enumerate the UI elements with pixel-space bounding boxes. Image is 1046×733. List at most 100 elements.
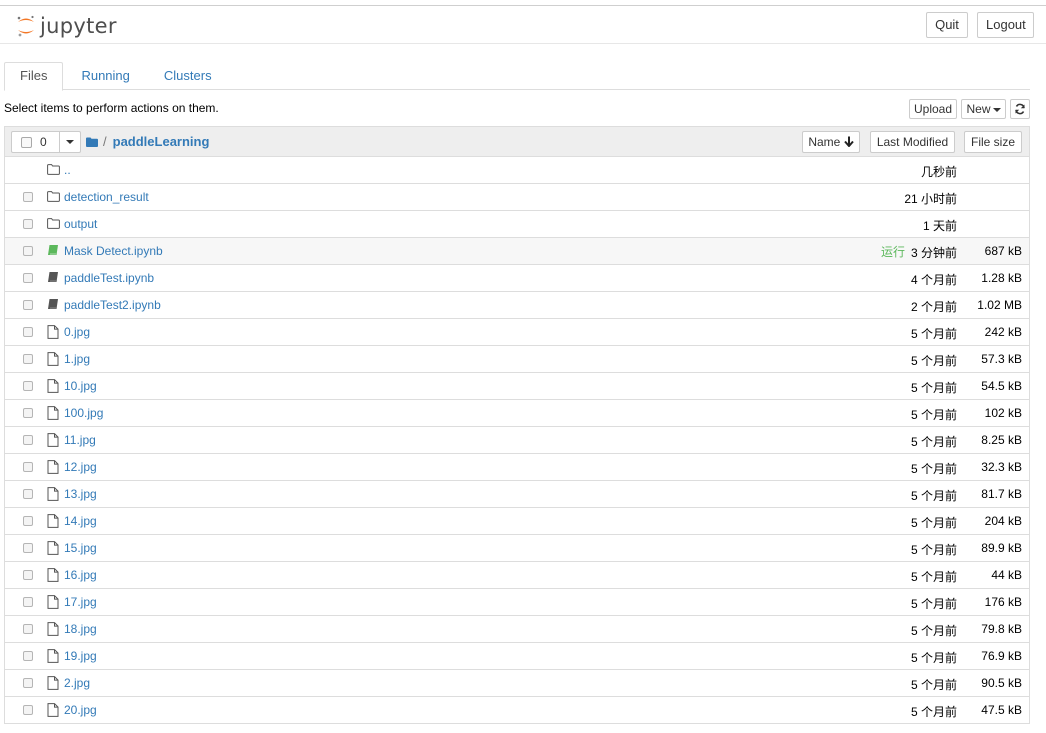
file-name-link[interactable]: 13.jpg: [64, 487, 97, 501]
row-checkbox[interactable]: [23, 354, 33, 364]
file-row[interactable]: 19.jpg 5 个月前 76.9 kB: [5, 643, 1029, 670]
row-checkbox[interactable]: [23, 435, 33, 445]
row-checkbox[interactable]: [23, 489, 33, 499]
file-row[interactable]: output 1 天前: [5, 211, 1029, 238]
file-name-link[interactable]: ..: [64, 163, 71, 177]
file-name-link[interactable]: 11.jpg: [64, 433, 96, 447]
file-rows: .. 几秒前 detection_result 21 小时前 output 1 天前 Mas…: [5, 157, 1029, 724]
row-checkbox[interactable]: [23, 678, 33, 688]
file-row[interactable]: 14.jpg 5 个月前 204 kB: [5, 508, 1029, 535]
file-icon: [47, 541, 59, 555]
file-name-link[interactable]: 17.jpg: [64, 595, 97, 609]
jupyter-logo[interactable]: jupyter: [16, 12, 117, 40]
tab-files[interactable]: Files: [4, 62, 64, 91]
file-row[interactable]: paddleTest.ipynb 4 个月前 1.28 kB: [5, 265, 1029, 292]
upload-button[interactable]: Upload: [909, 99, 957, 119]
file-name-link[interactable]: 15.jpg: [64, 541, 97, 555]
file-name-link[interactable]: 16.jpg: [64, 568, 97, 582]
folder-outline-icon: [47, 218, 60, 229]
refresh-button[interactable]: [1010, 99, 1030, 119]
row-checkbox[interactable]: [23, 543, 33, 553]
file-row[interactable]: 16.jpg 5 个月前 44 kB: [5, 562, 1029, 589]
file-row[interactable]: 13.jpg 5 个月前 81.7 kB: [5, 481, 1029, 508]
file-row[interactable]: 12.jpg 5 个月前 32.3 kB: [5, 454, 1029, 481]
file-row[interactable]: 15.jpg 5 个月前 89.9 kB: [5, 535, 1029, 562]
row-checkbox[interactable]: [23, 570, 33, 580]
file-name-link[interactable]: 10.jpg: [64, 379, 97, 393]
select-all-checkbox-area[interactable]: 0: [12, 132, 60, 152]
file-icon: [47, 595, 59, 609]
file-name-link[interactable]: 0.jpg: [64, 325, 90, 339]
file-icon: [47, 514, 59, 528]
row-checkbox[interactable]: [23, 381, 33, 391]
row-checkbox[interactable]: [23, 651, 33, 661]
row-checkbox[interactable]: [23, 327, 33, 337]
sort-last-modified-button[interactable]: Last Modified: [870, 131, 955, 153]
file-row[interactable]: 18.jpg 5 个月前 79.8 kB: [5, 616, 1029, 643]
file-name-link[interactable]: paddleTest2.ipynb: [64, 298, 161, 312]
last-modified: 5 个月前: [910, 327, 957, 341]
file-name-link[interactable]: 14.jpg: [64, 514, 97, 528]
file-name-link[interactable]: 100.jpg: [64, 406, 103, 420]
row-checkbox[interactable]: [23, 273, 33, 283]
row-checkbox[interactable]: [23, 462, 33, 472]
row-icon: [47, 676, 61, 690]
file-row[interactable]: 2.jpg 5 个月前 90.5 kB: [5, 670, 1029, 697]
sort-name-button[interactable]: Name: [802, 131, 860, 153]
file-row[interactable]: 10.jpg 5 个月前 54.5 kB: [5, 373, 1029, 400]
file-size: 687 kB: [984, 244, 1022, 258]
row-checkbox[interactable]: [23, 597, 33, 607]
select-all-checkbox[interactable]: [21, 136, 32, 148]
file-row[interactable]: 20.jpg 5 个月前 47.5 kB: [5, 697, 1029, 724]
logout-button[interactable]: Logout: [977, 12, 1034, 38]
file-name-link[interactable]: 1.jpg: [64, 352, 90, 366]
file-row[interactable]: detection_result 21 小时前: [5, 184, 1029, 211]
file-row[interactable]: paddleTest2.ipynb 2 个月前 1.02 MB: [5, 292, 1029, 319]
file-list: 0 / paddleLearning Name Last Modified Fi…: [4, 126, 1030, 724]
row-checkbox[interactable]: [23, 219, 33, 229]
quit-button[interactable]: Quit: [926, 12, 968, 38]
file-name-link[interactable]: output: [64, 217, 97, 231]
row-checkbox[interactable]: [23, 408, 33, 418]
file-icon: [47, 379, 59, 393]
tab-clusters[interactable]: Clusters: [148, 62, 228, 90]
file-name-link[interactable]: 2.jpg: [64, 676, 90, 690]
row-checkbox[interactable]: [23, 516, 33, 526]
file-name-link[interactable]: detection_result: [64, 190, 149, 204]
file-size: 90.5 kB: [981, 676, 1022, 690]
file-icon: [47, 406, 59, 420]
file-row[interactable]: 17.jpg 5 个月前 176 kB: [5, 589, 1029, 616]
selected-count: 0: [40, 135, 47, 149]
tab-running[interactable]: Running: [65, 62, 145, 90]
select-dropdown-button[interactable]: [60, 132, 80, 152]
row-checkbox[interactable]: [23, 246, 33, 256]
file-row[interactable]: Mask Detect.ipynb 运行 3 分钟前 687 kB: [5, 238, 1029, 265]
folder-outline-icon: [47, 164, 60, 175]
file-size: 176 kB: [984, 595, 1022, 609]
file-name-link[interactable]: 12.jpg: [64, 460, 97, 474]
file-row[interactable]: 0.jpg 5 个月前 242 kB: [5, 319, 1029, 346]
file-name-link[interactable]: 20.jpg: [64, 703, 97, 717]
running-status: 运行: [880, 245, 905, 259]
file-row[interactable]: 100.jpg 5 个月前 102 kB: [5, 400, 1029, 427]
sort-file-size-button[interactable]: File size: [964, 131, 1022, 153]
row-checkbox[interactable]: [23, 192, 33, 202]
file-row[interactable]: .. 几秒前: [5, 157, 1029, 184]
breadcrumb-current[interactable]: paddleLearning: [113, 134, 210, 149]
row-checkbox[interactable]: [23, 705, 33, 715]
row-icon: [47, 541, 61, 555]
file-row[interactable]: 1.jpg 5 个月前 57.3 kB: [5, 346, 1029, 373]
refresh-icon: [1015, 103, 1025, 115]
file-size: 32.3 kB: [981, 460, 1022, 474]
file-name-link[interactable]: Mask Detect.ipynb: [64, 244, 163, 258]
file-row[interactable]: 11.jpg 5 个月前 8.25 kB: [5, 427, 1029, 454]
row-icon: [47, 487, 61, 501]
row-icon: [47, 298, 61, 312]
file-name-link[interactable]: 19.jpg: [64, 649, 97, 663]
row-checkbox[interactable]: [23, 300, 33, 310]
folder-icon[interactable]: [86, 137, 98, 147]
new-dropdown-button[interactable]: New: [961, 99, 1006, 119]
file-name-link[interactable]: paddleTest.ipynb: [64, 271, 154, 285]
row-checkbox[interactable]: [23, 624, 33, 634]
file-name-link[interactable]: 18.jpg: [64, 622, 97, 636]
